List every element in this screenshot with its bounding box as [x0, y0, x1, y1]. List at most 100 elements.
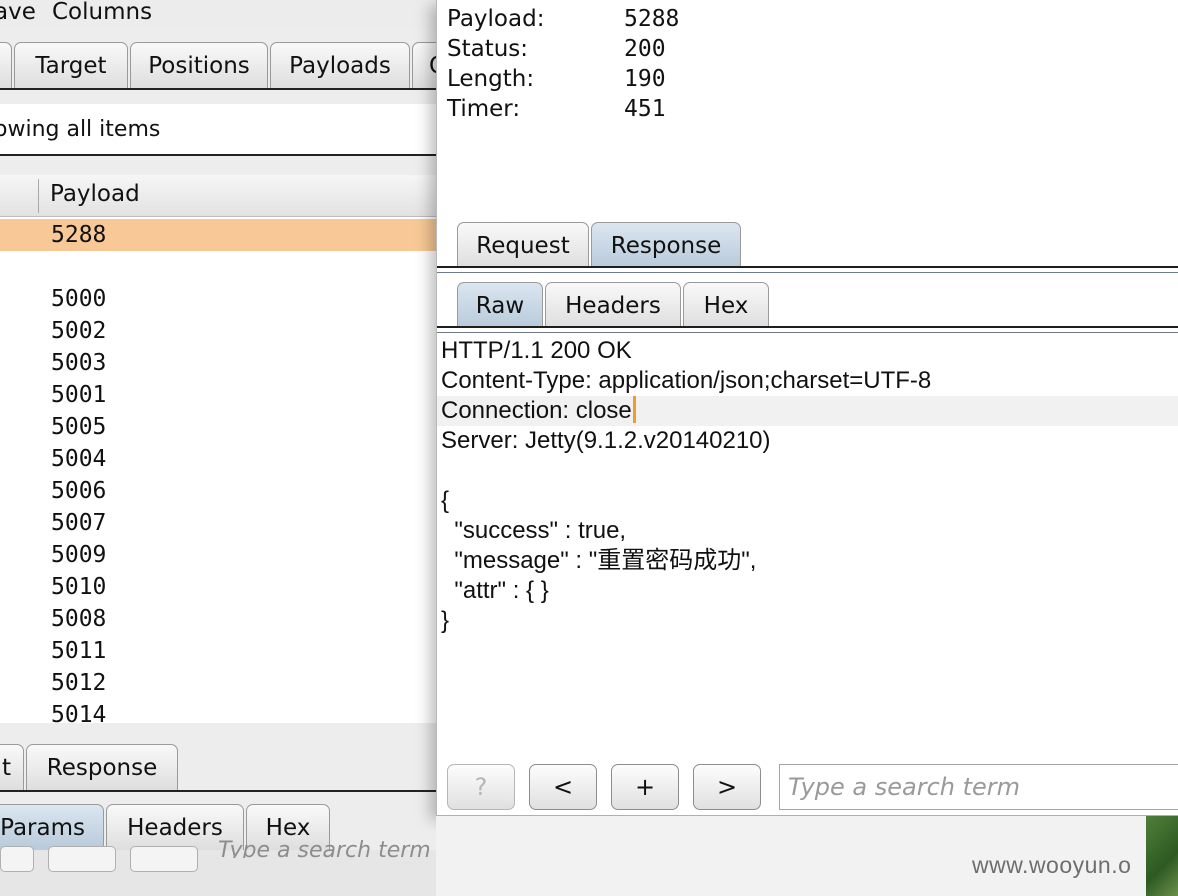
table-row[interactable]: 5000 [0, 283, 440, 315]
search-input[interactable] [788, 770, 1168, 804]
results-table: Payload 5288 5000 5002 5003 5001 5005 5004 5006… [0, 175, 440, 723]
next-button[interactable] [130, 846, 198, 872]
tab-label: Hex [703, 292, 749, 319]
row-payload: 5004 [51, 446, 107, 472]
tab-label: Headers [127, 814, 223, 841]
row-payload: 5003 [51, 350, 107, 376]
response-line: HTTP/1.1 200 OK [441, 337, 632, 364]
table-row[interactable]: 5011 [0, 635, 440, 667]
tab-target[interactable]: Target [14, 42, 128, 88]
row-payload: 5002 [51, 318, 107, 344]
table-row[interactable]: 5001 [0, 379, 440, 411]
column-divider[interactable] [38, 179, 39, 213]
row-payload: 5009 [51, 542, 107, 568]
tab-raw[interactable]: Raw [457, 282, 543, 328]
tab-request[interactable]: t [0, 744, 24, 790]
tab-hex[interactable]: Hex [683, 282, 769, 328]
table-row[interactable]: 5288 [0, 219, 440, 251]
tab-label: Target [35, 52, 107, 79]
help-button[interactable] [0, 846, 34, 872]
tab-request[interactable]: Request [457, 222, 589, 268]
table-row[interactable]: 5012 [0, 667, 440, 699]
filter-bar[interactable]: owing all items [0, 104, 440, 156]
info-value: 5288 [624, 6, 680, 32]
table-row[interactable] [0, 251, 440, 283]
tab-label: Response [610, 232, 722, 259]
tab-headers[interactable]: Headers [545, 282, 681, 328]
menu-item-columns[interactable]: Columns [52, 0, 152, 25]
response-editor[interactable]: HTTP/1.1 200 OK Content-Type: applicatio… [437, 336, 1178, 756]
prev-button[interactable] [48, 846, 116, 872]
divider [0, 790, 440, 792]
next-match-button[interactable]: > [693, 764, 761, 810]
divider [0, 88, 440, 90]
tab-label: Params [0, 814, 85, 841]
table-row[interactable]: 5008 [0, 603, 440, 635]
table-row[interactable]: 5003 [0, 347, 440, 379]
tab-positions[interactable]: Positions [130, 42, 268, 88]
row-payload: 5008 [51, 606, 107, 632]
tab-label: Payloads [289, 52, 391, 79]
table-row[interactable]: 5010 [0, 571, 440, 603]
tab-payloads[interactable]: Payloads [270, 42, 410, 88]
table-header: Payload [0, 175, 440, 217]
tab-params[interactable]: Params [0, 804, 104, 850]
row-payload: 5001 [51, 382, 107, 408]
response-line: "attr" : { } [441, 577, 549, 604]
row-payload: 5014 [51, 702, 107, 723]
search-field[interactable]: Type a search term [218, 838, 431, 858]
tab-label: Response [46, 754, 158, 781]
add-button[interactable]: + [611, 764, 679, 810]
info-value: 451 [624, 96, 666, 122]
tab-results[interactable] [0, 42, 12, 88]
response-line: } [441, 607, 450, 634]
row-payload: 5006 [51, 478, 107, 504]
tab-response[interactable]: Response [26, 744, 178, 790]
table-row[interactable]: 5004 [0, 443, 440, 475]
response-line: Connection: close [441, 396, 636, 426]
previous-match-button[interactable]: < [529, 764, 597, 810]
info-key: Payload: [447, 6, 545, 32]
response-line: { [441, 487, 450, 514]
search-box[interactable] [779, 764, 1178, 810]
row-payload: 5007 [51, 510, 107, 536]
divider [437, 326, 1178, 328]
response-line: "success" : true, [441, 517, 627, 544]
info-key: Length: [447, 66, 535, 92]
table-row[interactable]: 5009 [0, 539, 440, 571]
help-button[interactable]: ? [447, 764, 515, 810]
column-header-payload[interactable]: Payload [50, 181, 140, 207]
row-payload: 5010 [51, 574, 107, 600]
row-payload: 5005 [51, 414, 107, 440]
divider [437, 272, 1178, 273]
info-key: Timer: [447, 96, 521, 122]
table-row[interactable]: 5005 [0, 411, 440, 443]
menu-bar: ave Columns [0, 0, 440, 28]
menu-item-save[interactable]: ave [0, 0, 36, 25]
row-payload: 5288 [51, 222, 107, 248]
tab-label: t [1, 754, 11, 781]
response-line: "message" : "重置密码成功", [441, 547, 757, 574]
divider [437, 332, 1178, 333]
response-line: Content-Type: application/json;charset=U… [441, 367, 932, 394]
response-line: Server: Jetty(9.1.2.v20140210) [441, 427, 771, 454]
divider [437, 266, 1178, 268]
table-row[interactable]: 5006 [0, 475, 440, 507]
watermark: www.wooyun.o [972, 852, 1132, 878]
filter-text: owing all items [0, 117, 161, 142]
info-value: 200 [624, 36, 666, 62]
text-caret [632, 396, 636, 423]
row-payload: 5011 [51, 638, 107, 664]
table-row[interactable]: 5014 [0, 699, 440, 723]
tab-label: Request [476, 232, 570, 259]
table-row[interactable]: 5007 [0, 507, 440, 539]
message-tab-bar: t Response [0, 740, 440, 792]
info-value: 190 [624, 66, 666, 92]
tab-label: Headers [565, 292, 661, 319]
table-row[interactable]: 5002 [0, 315, 440, 347]
tab-label: Raw [475, 292, 525, 319]
row-payload: 5000 [51, 286, 107, 312]
result-window: Payload: 5288 Status: 200 Length: 190 Ti… [436, 0, 1178, 816]
info-key: Status: [447, 36, 529, 62]
tab-response[interactable]: Response [591, 222, 741, 268]
